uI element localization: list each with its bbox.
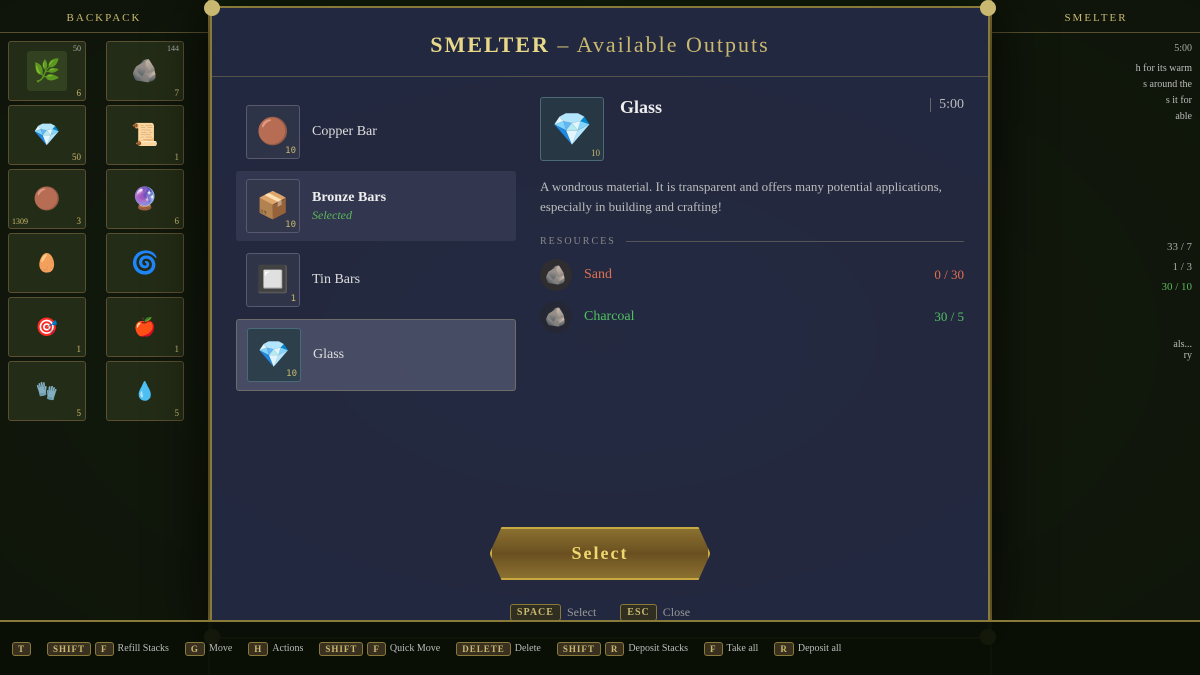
time-divider — [930, 98, 931, 112]
detail-header: 💎 10 Glass 5:00 — [540, 97, 964, 161]
resources-divider — [626, 241, 964, 242]
detail-item-name: Glass — [620, 97, 662, 118]
delete-key-badge: DELETE — [456, 642, 511, 656]
copper-bar-count: 10 — [285, 146, 296, 156]
tin-bars-info: Tin Bars — [312, 272, 506, 288]
shift-key-badge3: SHIFT — [557, 642, 601, 656]
select-button[interactable]: Select — [490, 527, 711, 580]
detail-description: A wondrous material. It is transparent a… — [540, 177, 964, 216]
bronze-bars-icon: 📦 10 — [246, 179, 300, 233]
esc-label: Close — [663, 605, 690, 620]
charcoal-amount: 30 / 5 — [934, 309, 964, 325]
modal-title: SMELTER – Available Outputs — [212, 8, 988, 77]
modal-title-main: SMELTER — [430, 32, 550, 57]
resource-row-sand: 🪨 Sand 0 / 30 — [540, 259, 964, 291]
bronze-bars-count: 10 — [285, 220, 296, 230]
list-item-bronze-bars[interactable]: 📦 10 Bronze Bars Selected — [236, 171, 516, 241]
bottom-key-takeall: F Take all — [704, 642, 758, 656]
bottom-key-depositall: R Deposit all — [774, 642, 841, 656]
glass-name: Glass — [313, 347, 505, 363]
resources-header: RESOURCES — [540, 236, 964, 247]
tin-bars-name: Tin Bars — [312, 272, 506, 288]
bottom-key-deposit: SHIFT R Deposit Stacks — [557, 642, 688, 656]
sand-name: Sand — [584, 267, 922, 283]
f-key-badge3: F — [704, 642, 723, 656]
shift-key-badge2: SHIFT — [319, 642, 363, 656]
quickmove-label: Quick Move — [390, 643, 440, 654]
modal-overlay: SMELTER – Available Outputs 🟤 10 Copper … — [0, 0, 1200, 675]
esc-key: ESC — [620, 604, 656, 621]
r-key-badge2: R — [774, 642, 794, 656]
refill-label: Refill Stacks — [118, 643, 169, 654]
charcoal-name: Charcoal — [584, 309, 922, 325]
shift-key-badge: SHIFT — [47, 642, 91, 656]
bronze-bars-info: Bronze Bars Selected — [312, 190, 506, 223]
list-item-tin-bars[interactable]: 🔲 1 Tin Bars — [236, 245, 516, 315]
bottom-key-shift: SHIFT F Refill Stacks — [47, 642, 169, 656]
sand-amount: 0 / 30 — [934, 267, 964, 283]
glass-list-count: 10 — [286, 369, 297, 379]
item-list: 🟤 10 Copper Bar 📦 10 Bronze Bars — [236, 97, 516, 487]
list-item-copper-bar[interactable]: 🟤 10 Copper Bar — [236, 97, 516, 167]
bottom-key-actions: H Actions — [248, 642, 303, 656]
f-key-badge2: F — [367, 642, 386, 656]
g-key-badge: G — [185, 642, 205, 656]
t-key-badge: T — [12, 642, 31, 656]
detail-glass-count: 10 — [591, 148, 600, 158]
copper-bar-icon: 🟤 10 — [246, 105, 300, 159]
corner-decoration-tr — [980, 0, 996, 16]
select-btn-container: Select — [212, 507, 988, 604]
resources-label: RESOURCES — [540, 236, 616, 247]
glass-list-icon: 💎 10 — [247, 328, 301, 382]
bottom-bar: T SHIFT F Refill Stacks G Move H Actions… — [0, 620, 1200, 675]
modal-body: 🟤 10 Copper Bar 📦 10 Bronze Bars — [212, 77, 988, 507]
bottom-key-delete: DELETE Delete — [456, 642, 541, 656]
copper-bar-info: Copper Bar — [312, 124, 506, 140]
actions-label: Actions — [272, 643, 303, 654]
tin-bars-count: 1 — [291, 294, 296, 304]
takeall-label: Take all — [727, 643, 759, 654]
detail-panel: 💎 10 Glass 5:00 A wondrous material. It … — [540, 97, 964, 487]
corner-decoration-tl — [204, 0, 220, 16]
bottom-key-t: T — [12, 642, 31, 656]
move-label: Move — [209, 643, 232, 654]
h-key-badge: H — [248, 642, 268, 656]
smelter-modal: SMELTER – Available Outputs 🟤 10 Copper … — [210, 6, 990, 639]
deposit-label: Deposit Stacks — [628, 643, 688, 654]
glass-info: Glass — [313, 347, 505, 363]
detail-time-value: 5:00 — [939, 97, 964, 113]
bronze-bars-selected-label: Selected — [312, 208, 506, 223]
list-item-glass[interactable]: 💎 10 Glass — [236, 319, 516, 391]
space-key: SPACE — [510, 604, 561, 621]
detail-name-row: Glass 5:00 — [620, 97, 964, 118]
bronze-bars-name: Bronze Bars — [312, 190, 506, 206]
space-label: Select — [567, 605, 596, 620]
detail-time: 5:00 — [930, 97, 964, 113]
hint-space: SPACE Select — [510, 604, 596, 621]
tin-bars-icon: 🔲 1 — [246, 253, 300, 307]
detail-glass-icon: 💎 10 — [540, 97, 604, 161]
charcoal-icon: 🪨 — [540, 301, 572, 333]
bottom-key-quickmove: SHIFT F Quick Move — [319, 642, 440, 656]
delete-label: Delete — [515, 643, 541, 654]
hint-esc: ESC Close — [620, 604, 690, 621]
bottom-key-move: G Move — [185, 642, 232, 656]
f-key-badge: F — [95, 642, 114, 656]
copper-bar-name: Copper Bar — [312, 124, 506, 140]
r-key-badge: R — [605, 642, 625, 656]
sand-icon: 🪨 — [540, 259, 572, 291]
depositall-label: Deposit all — [798, 643, 842, 654]
resource-row-charcoal: 🪨 Charcoal 30 / 5 — [540, 301, 964, 333]
